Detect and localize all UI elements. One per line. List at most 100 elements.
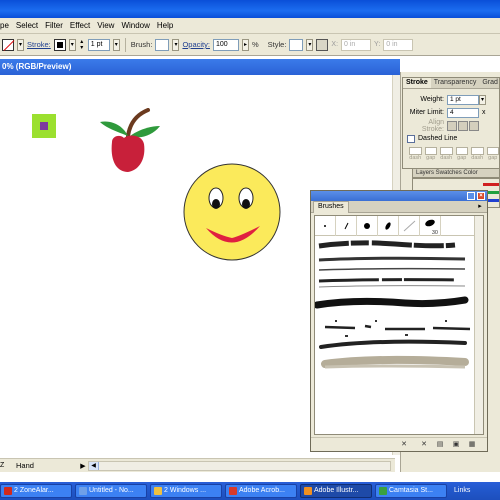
delete-brush-icon[interactable]: ▦ [467,440,477,449]
camtasia-icon [379,487,387,495]
brushes-panel: × Brushes ▸ 30 ✕ ✕ ▤ ▣ ▦ [310,190,488,452]
task-illustrator[interactable]: Adobe Illustr... [300,484,372,498]
calligraphic-brush-6[interactable]: 30 [420,216,441,236]
dash-field-1[interactable] [409,147,422,155]
stroke-dropdown-arrow-icon[interactable]: ▾ [68,38,76,51]
calligraphic-brush-4[interactable] [378,216,399,236]
brushes-tab-row: Brushes ▸ [311,201,487,213]
brush-libraries-icon[interactable]: ✕ [399,440,409,449]
options-icon[interactable]: ▤ [435,440,445,449]
tab-brushes[interactable]: Brushes [313,201,349,213]
opacity-field[interactable]: 100 [212,38,239,51]
document-title-bar[interactable]: 0% (RGB/Preview) [0,59,400,75]
task-windows[interactable]: 2 Windows ... [150,484,222,498]
style-field[interactable] [289,38,304,51]
fill-none-swatch[interactable] [2,38,14,51]
stroke-weight-spinner-icon[interactable]: ▴ ▾ [79,39,85,51]
scroll-left-arrow-icon[interactable]: ◀ [89,461,99,470]
calligraphic-brush-2[interactable] [336,216,357,236]
close-icon[interactable]: × [477,192,485,200]
menu-select[interactable]: Select [13,21,42,30]
menu-bar: pe Select Filter Effect View Window Help [0,18,500,34]
weight-label: Weight: [420,96,444,103]
task-label: Camtasia St... [389,487,433,494]
opacity-dropdown-icon[interactable]: ▸ [241,38,249,51]
x-field[interactable]: 0 in [341,38,372,51]
task-zonealarm[interactable]: 2 ZoneAlar... [0,484,72,498]
fat-brush [315,296,469,309]
apple-artwork[interactable] [98,108,162,174]
smiley-face-artwork[interactable] [182,162,284,264]
task-acrobat[interactable]: Adobe Acrob... [225,484,297,498]
miter-limit-field[interactable]: 4 [447,107,479,118]
canvas-horizontal-scrollbar[interactable]: ◀ [88,460,391,471]
brush-field[interactable] [155,38,170,51]
gap-field-1[interactable] [424,147,437,155]
dashed-line-label: Dashed Line [418,135,458,142]
y-label: Y: [374,41,381,48]
align-inside-icon[interactable] [458,120,468,131]
apple-right-leaf [130,126,160,138]
dash-field-3[interactable] [471,147,484,155]
stroke-weight-field[interactable]: 1 pt [87,38,110,51]
wash-brush-shade [324,364,466,369]
calligraphic-brush-1[interactable] [315,216,336,236]
red-slider-bar[interactable] [483,183,499,186]
dashed-line-checkbox[interactable] [407,134,415,143]
dash-field-2[interactable] [440,147,453,155]
calligraphic-brush-3[interactable] [357,216,378,236]
opacity-label[interactable]: Opacity: [182,40,210,49]
minimize-icon[interactable] [467,192,475,200]
tab-transparency[interactable]: Transparency [431,78,480,88]
taskbar: 2 ZoneAlar... Untitled - No... 2 Windows… [0,482,500,500]
transform-reference-icon[interactable] [316,38,329,51]
art-brush-strokes [315,240,471,369]
gap-field-2[interactable] [455,147,468,155]
color-panel-tabs[interactable]: Layers Swatches Color [412,168,500,178]
menu-help[interactable]: Help [154,21,177,30]
stroke-label[interactable]: Stroke: [27,40,51,49]
align-outside-icon[interactable] [469,120,479,131]
tab-gradient[interactable]: Grad [479,78,500,88]
menu-window[interactable]: Window [118,21,153,30]
gap-field-3[interactable] [486,147,499,155]
stroke-weight-dropdown-icon[interactable]: ▾ [112,38,120,51]
fill-dropdown-arrow-icon[interactable]: ▾ [17,38,24,51]
dash-label: dash [471,155,484,161]
right-pupil [242,199,250,209]
align-row: Align Stroke: [403,119,499,133]
status-menu-arrow-icon[interactable]: ▶ [78,462,88,470]
stroke-panel-tabs: Stroke Transparency Grad [403,78,499,89]
task-links[interactable]: Links [450,484,490,498]
y-field[interactable]: 0 in [383,38,414,51]
brush-library-list: 30 [314,215,484,435]
weight-field[interactable]: 1 pt [447,94,479,105]
brushes-panel-titlebar[interactable]: × [311,191,487,201]
green-square-artwork[interactable] [32,114,56,138]
brushes-scrollbar[interactable] [474,216,483,434]
remove-stroke-icon[interactable]: ✕ [419,440,429,449]
purple-square-artwork[interactable] [40,122,48,130]
menu-view[interactable]: View [94,21,118,30]
weight-dropdown-icon[interactable]: ▾ [479,94,486,105]
charcoal-brush [318,240,456,249]
menu-type[interactable]: pe [0,21,13,30]
calligraphic-brush-5[interactable] [399,216,420,236]
panel-menu-icon[interactable]: ▸ [475,202,485,212]
task-notepad[interactable]: Untitled - No... [75,484,147,498]
tab-stroke[interactable]: Stroke [403,78,431,88]
brush-dropdown-icon[interactable]: ▾ [172,38,180,51]
task-label: 2 Windows ... [164,487,207,494]
menu-filter[interactable]: Filter [42,21,67,30]
acrobat-icon [229,487,237,495]
style-dropdown-icon[interactable]: ▾ [306,38,314,51]
current-tool-label[interactable]: Hand [14,461,78,470]
dash-label: dash [409,155,422,161]
brush-size-label: 30 [431,230,438,236]
new-brush-icon[interactable]: ▣ [451,440,461,449]
menu-effect[interactable]: Effect [67,21,94,30]
task-camtasia[interactable]: Camtasia St... [375,484,447,498]
align-center-icon[interactable] [447,120,457,131]
zoom-indicator[interactable]: Z [0,460,12,472]
stroke-swatch[interactable] [53,38,66,51]
